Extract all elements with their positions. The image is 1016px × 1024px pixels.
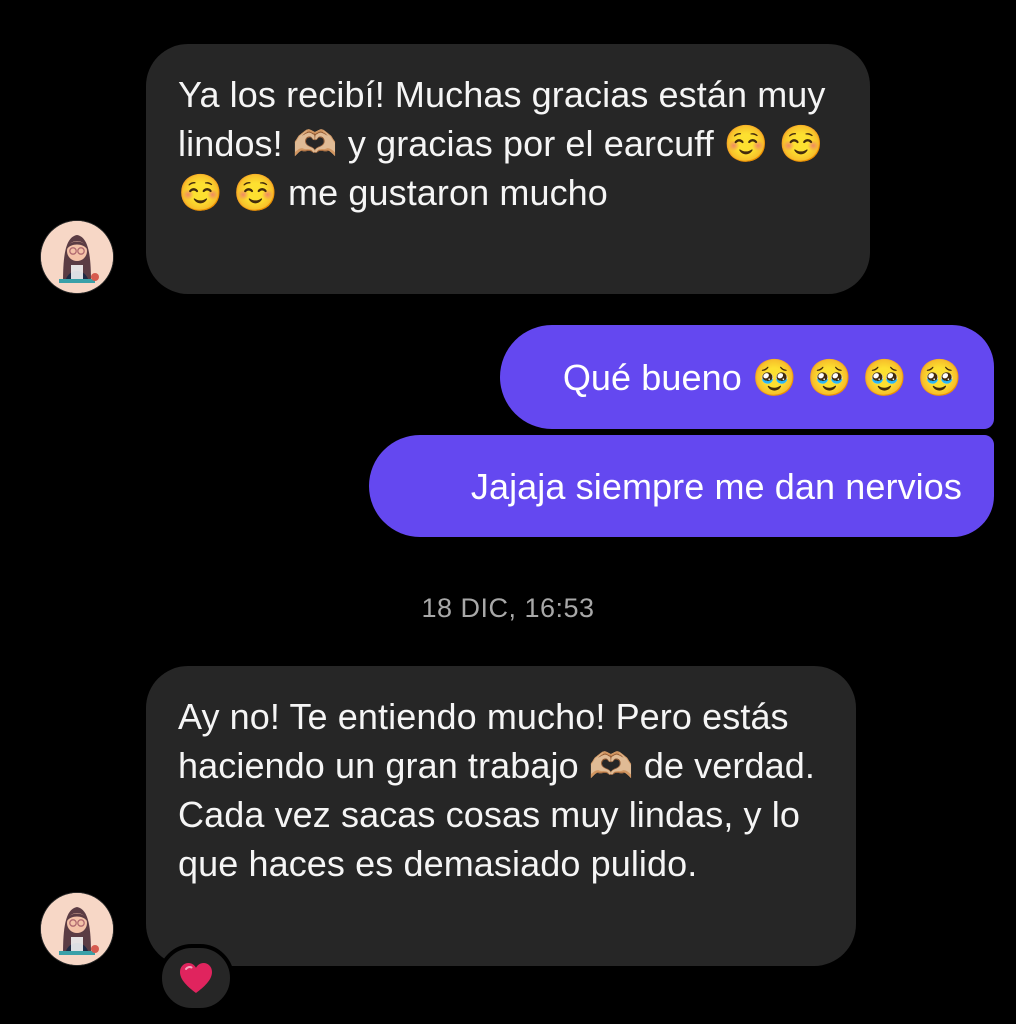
red-heart-icon [180, 963, 212, 993]
incoming-message-bubble[interactable]: Ya los recibí! Muchas gracias están muy … [146, 44, 870, 294]
message-reaction[interactable] [158, 944, 234, 1012]
outgoing-message-bubble[interactable]: Qué bueno 🥹 🥹 🥹 🥹 [500, 325, 994, 429]
outgoing-message-bubble[interactable]: Jajaja siempre me dan nervios [369, 435, 994, 537]
chat-thread: Ya los recibí! Muchas gracias están muy … [0, 0, 1016, 1024]
avatar-illustration-icon [41, 893, 113, 965]
incoming-message-bubble[interactable]: Ay no! Te entiendo mucho! Pero estás hac… [146, 666, 856, 966]
contact-avatar[interactable] [41, 221, 113, 293]
contact-avatar[interactable] [41, 893, 113, 965]
message-timestamp: 18 DIC, 16:53 [421, 593, 595, 623]
avatar-illustration-icon [41, 221, 113, 293]
